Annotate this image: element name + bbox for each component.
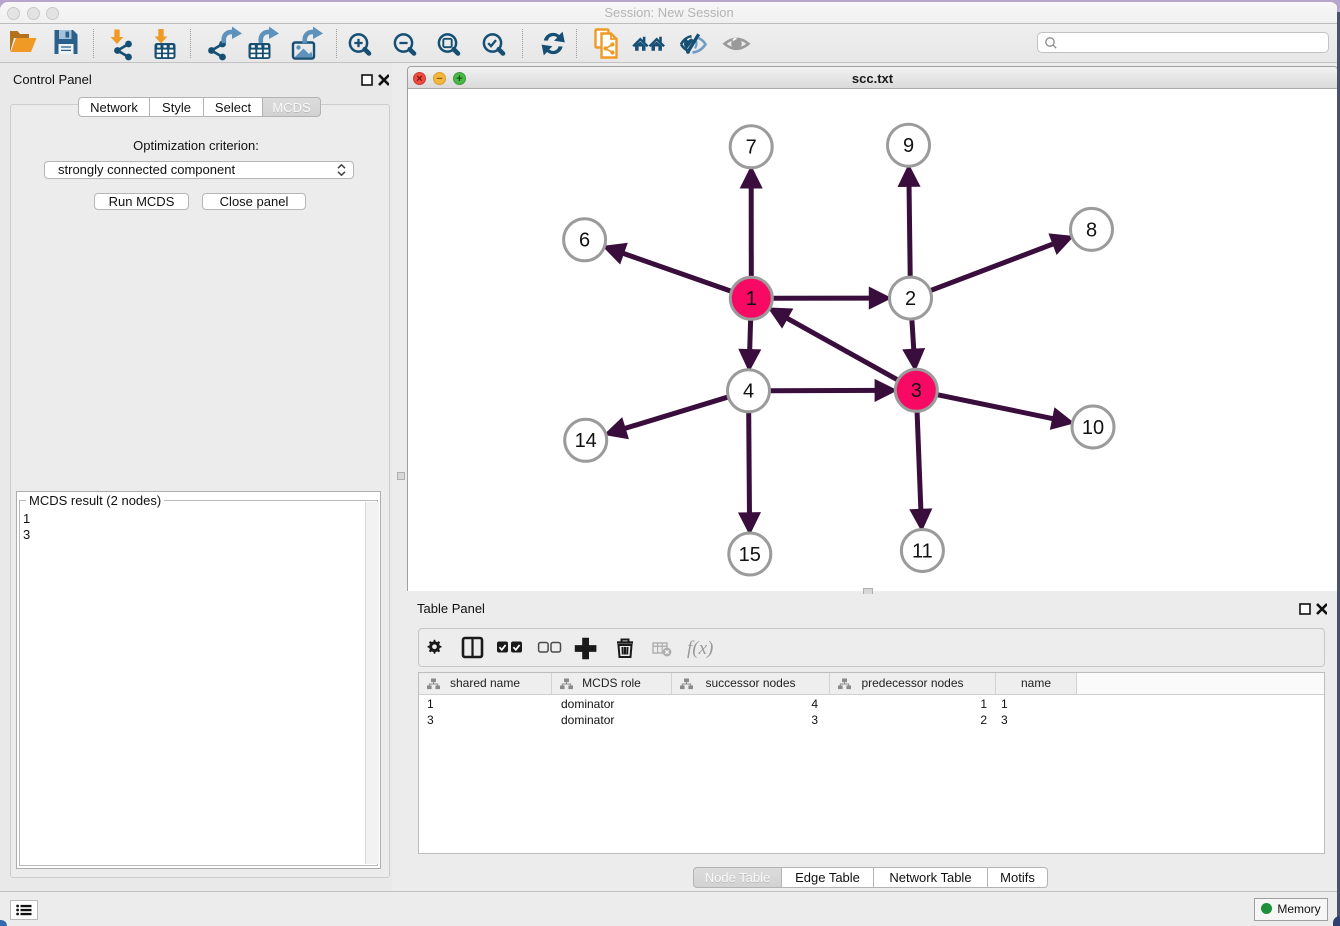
svg-text:8: 8: [1086, 219, 1097, 241]
svg-text:1: 1: [746, 288, 757, 310]
svg-text:15: 15: [739, 544, 761, 566]
svg-text:6: 6: [579, 230, 590, 252]
svg-text:f(x): f(x): [687, 638, 713, 659]
svg-text:7: 7: [746, 137, 757, 159]
svg-text:10: 10: [1082, 417, 1104, 439]
svg-text:4: 4: [743, 381, 754, 403]
svg-text:3: 3: [911, 380, 922, 402]
svg-text:2: 2: [905, 288, 916, 310]
svg-text:9: 9: [903, 135, 914, 157]
svg-text:11: 11: [912, 540, 933, 562]
svg-text:14: 14: [575, 430, 597, 452]
